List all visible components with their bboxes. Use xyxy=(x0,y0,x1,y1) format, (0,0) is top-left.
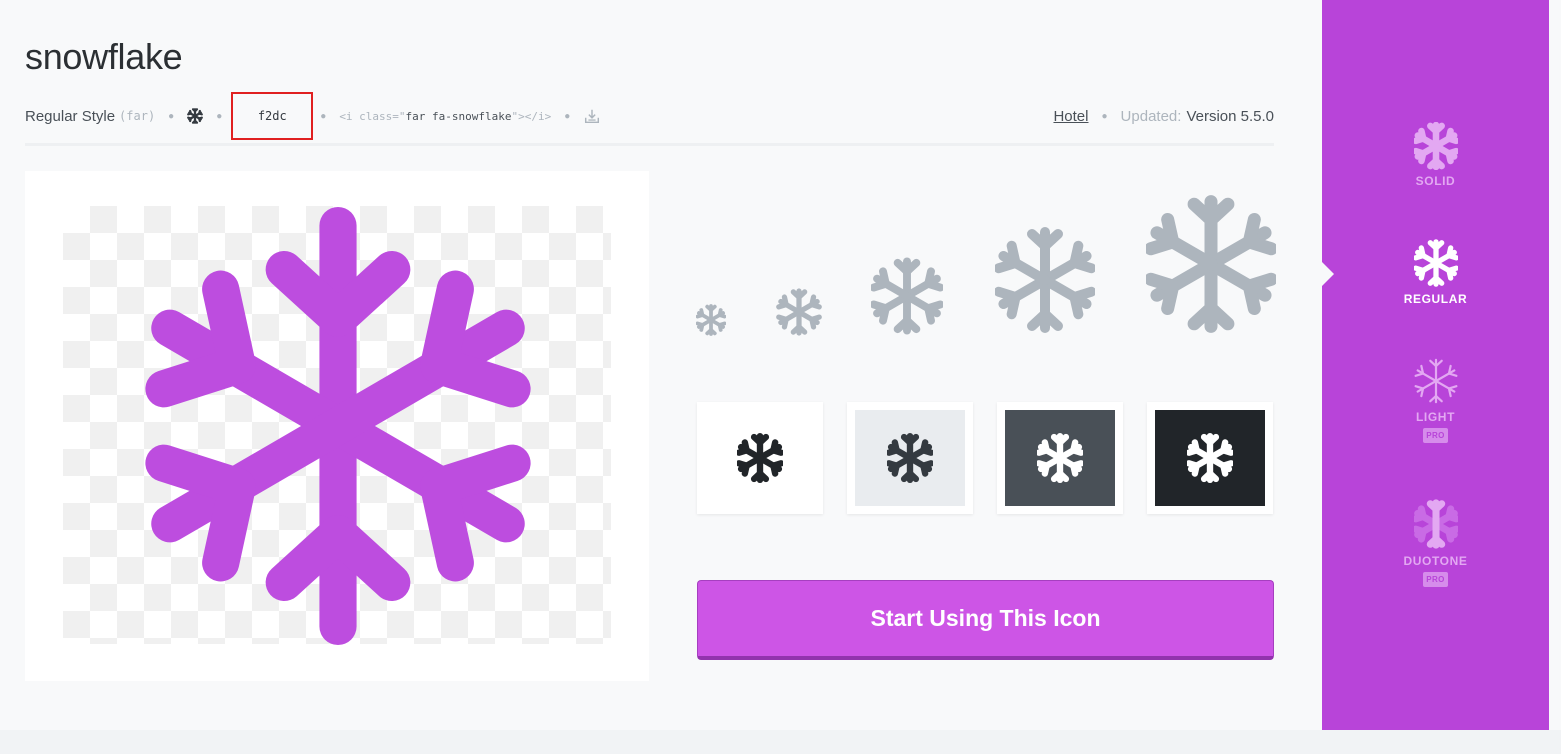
pro-badge: PRO xyxy=(1423,572,1448,587)
html-snippet-open: <i class=" xyxy=(339,109,406,123)
snowflake-solid-icon xyxy=(1414,122,1458,170)
separator-dot: ● xyxy=(1101,110,1108,122)
color-swatch-gray xyxy=(997,402,1123,514)
meta-right: Hotel ● Updated: Version 5.5.0 xyxy=(1053,108,1274,125)
separator-dot: ● xyxy=(216,110,223,122)
style-option-solid[interactable]: SOLID xyxy=(1322,122,1549,188)
start-using-icon-button[interactable]: Start Using This Icon xyxy=(697,580,1274,660)
snowflake-duotone-icon xyxy=(1414,498,1458,550)
version-value: Version 5.5.0 xyxy=(1186,107,1274,125)
updated-label: Updated: xyxy=(1120,107,1182,125)
bottom-strip xyxy=(0,730,1561,754)
snowflake-mini-icon[interactable] xyxy=(187,108,204,124)
style-label-duotone: DUOTONE xyxy=(1403,554,1468,568)
snowflake-swatch-icon xyxy=(737,433,783,483)
snowflake-regular-icon xyxy=(1414,238,1458,288)
style-name: Regular Style xyxy=(25,107,116,125)
color-swatch-light xyxy=(847,402,973,514)
html-snippet[interactable]: <i class="far fa-snowflake"></i> xyxy=(339,110,551,123)
pro-badge: PRO xyxy=(1423,428,1448,443)
divider xyxy=(25,143,1274,146)
style-option-duotone[interactable]: DUOTONE PRO xyxy=(1322,498,1549,587)
snowflake-light-icon xyxy=(1414,356,1458,406)
style-label-regular: REGULAR xyxy=(1403,292,1468,306)
style-label-light: LIGHT xyxy=(1416,410,1455,424)
separator-dot: ● xyxy=(320,110,327,122)
category-link[interactable]: Hotel xyxy=(1053,108,1088,125)
separator-dot: ● xyxy=(168,110,175,122)
page-title: snowflake xyxy=(25,36,183,77)
snowflake-size-sm-icon xyxy=(776,288,822,336)
snowflake-swatch-icon xyxy=(1187,433,1233,483)
snowflake-size-xs-icon xyxy=(696,304,726,336)
right-edge xyxy=(1549,0,1561,730)
meta-left: Regular Style (far) ● ● f2dc ● <i class=… xyxy=(25,92,601,140)
snowflake-swatch-icon xyxy=(1037,433,1083,483)
download-icon[interactable] xyxy=(583,107,601,125)
icon-meta-row: Regular Style (far) ● ● f2dc ● <i class=… xyxy=(25,92,1274,140)
snowflake-size-xl-icon xyxy=(1146,192,1276,336)
html-snippet-class: far fa-snowflake xyxy=(405,109,512,123)
html-snippet-close: "></i> xyxy=(511,109,552,123)
icon-preview-panel xyxy=(25,171,649,681)
color-swatch-dark xyxy=(1147,402,1273,514)
style-option-regular[interactable]: REGULAR xyxy=(1322,238,1549,306)
unicode-value[interactable]: f2dc xyxy=(258,109,287,123)
style-sidebar: SOLID REGULAR LIGHT PRO DUOTONE PRO xyxy=(1322,0,1549,730)
separator-dot: ● xyxy=(564,110,571,122)
snowflake-preview-icon xyxy=(145,206,531,646)
style-prefix: (far) xyxy=(119,109,156,123)
style-option-light[interactable]: LIGHT PRO xyxy=(1322,356,1549,443)
color-swatch-white xyxy=(697,402,823,514)
snowflake-swatch-icon xyxy=(887,433,933,483)
icon-detail-main: snowflake Regular Style (far) ● ● f2dc ●… xyxy=(0,0,1322,754)
unicode-highlight[interactable]: f2dc xyxy=(231,92,314,140)
snowflake-size-md-icon xyxy=(871,256,943,336)
style-label-solid: SOLID xyxy=(1415,174,1456,188)
snowflake-size-lg-icon xyxy=(995,224,1095,336)
